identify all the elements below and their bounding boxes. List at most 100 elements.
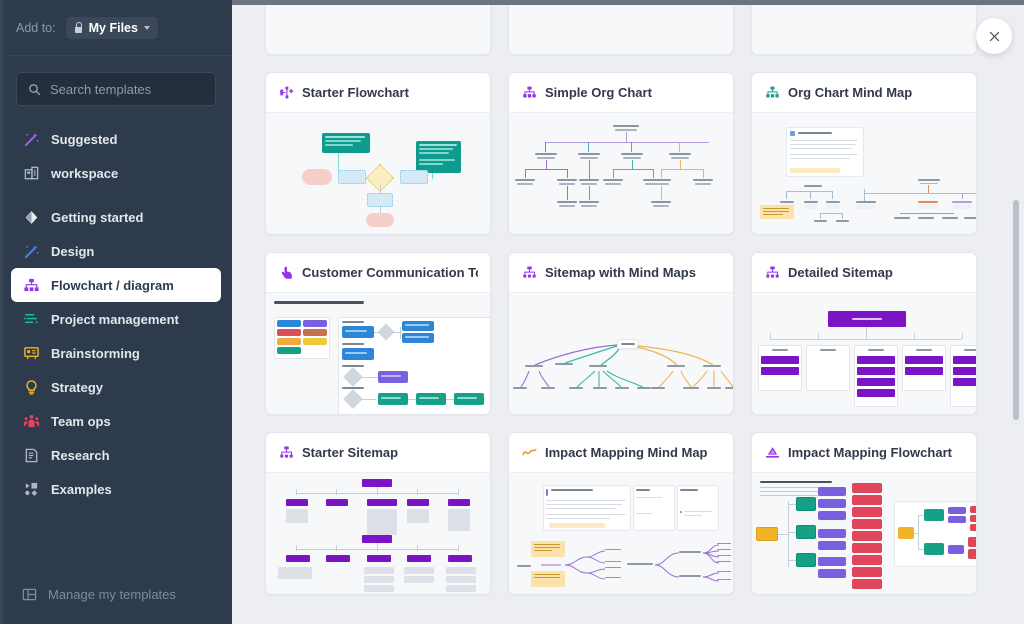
template-card-grid: Starter Flowchart Simple Org Chart Org C…: [232, 0, 1024, 595]
template-card[interactable]: Sitemap with Mind Maps: [508, 252, 734, 415]
template-card-header: Simple Org Chart: [509, 73, 733, 113]
template-card-title: Org Chart Mind Map: [788, 85, 913, 100]
pointer-hand-icon: [278, 265, 294, 281]
template-thumbnail: [752, 113, 976, 234]
template-card[interactable]: Starter Flowchart: [265, 72, 491, 235]
sidebar-item-label: Research: [51, 447, 110, 463]
search-section: [0, 56, 232, 116]
whiteboard-icon: [22, 344, 40, 362]
sitemap-icon: [521, 265, 537, 281]
sidebar-item-examples[interactable]: Examples: [11, 472, 221, 506]
org-chart-icon: [764, 85, 780, 101]
template-card[interactable]: Detailed Sitemap: [751, 252, 977, 415]
sidebar-item-label: Project management: [51, 311, 179, 327]
document-icon: [22, 446, 40, 464]
sidebar-item-flowchart-diagram[interactable]: Flowchart / diagram: [11, 268, 221, 302]
sidebar-item-label: Strategy: [51, 379, 104, 395]
sidebar-item-label: Getting started: [51, 209, 144, 225]
add-to-folder-value: My Files: [88, 20, 138, 35]
gantt-icon: [22, 310, 40, 328]
sidebar-item-strategy[interactable]: Strategy: [11, 370, 221, 404]
layout-panels-icon: [22, 588, 37, 601]
template-card[interactable]: [265, 0, 491, 55]
chevron-down-icon: [143, 25, 150, 30]
template-picker: Add to: My Files Suggested workspace Getti…: [0, 0, 1024, 624]
template-card[interactable]: Impact Mapping Flowchart: [751, 432, 977, 595]
sidebar-item-getting-started[interactable]: Getting started: [11, 200, 221, 234]
search-icon: [29, 83, 41, 95]
org-chart-icon: [22, 276, 40, 294]
sidebar-item-brainstorming[interactable]: Brainstorming: [11, 336, 221, 370]
sidebar-edge: [0, 0, 6, 624]
flowchart-icon: [278, 85, 294, 101]
lock-icon: [74, 22, 83, 33]
search-input[interactable]: [50, 81, 204, 97]
template-card-header: Impact Mapping Mind Map: [509, 433, 733, 473]
template-card-title: Impact Mapping Mind Map: [545, 445, 708, 460]
thumbnail-graphic: [509, 0, 733, 54]
sidebar: Add to: My Files Suggested workspace Getti…: [0, 0, 232, 624]
thumbnail-graphic: [509, 293, 733, 414]
thumbnail-graphic: [266, 473, 490, 594]
template-card[interactable]: Starter Sitemap: [265, 432, 491, 595]
sidebar-item-workspace[interactable]: workspace: [11, 156, 221, 190]
sitemap-icon: [278, 445, 294, 461]
impact-icon: [764, 445, 780, 461]
sidebar-item-team-ops[interactable]: Team ops: [11, 404, 221, 438]
panel-top-edge: [232, 0, 1024, 5]
template-card[interactable]: Customer Communication Touchpoints: [265, 252, 491, 415]
sidebar-item-project-management[interactable]: Project management: [11, 302, 221, 336]
thumbnail-graphic: [509, 473, 733, 594]
template-card-header: Starter Flowchart: [266, 73, 490, 113]
sidebar-item-label: Examples: [51, 481, 112, 497]
sidebar-item-research[interactable]: Research: [11, 438, 221, 472]
diamond-icon: [22, 208, 40, 226]
sidebar-item-design[interactable]: Design: [11, 234, 221, 268]
sidebar-footer: Manage my templates: [0, 587, 232, 624]
building-icon: [22, 164, 40, 182]
template-thumbnail: [266, 0, 490, 54]
template-card-title: Simple Org Chart: [545, 85, 652, 100]
template-thumbnail: [266, 293, 490, 414]
template-category-nav: Suggested workspace Getting started Design F…: [0, 116, 232, 587]
thumbnail-graphic: [266, 0, 490, 54]
thumbnail-graphic: [509, 113, 733, 234]
template-card[interactable]: Simple Org Chart: [508, 72, 734, 235]
sidebar-item-label: Flowchart / diagram: [51, 277, 174, 293]
magic-wand-icon: [22, 130, 40, 148]
template-card[interactable]: Impact Mapping Mind Map: [508, 432, 734, 595]
template-card-title: Impact Mapping Flowchart: [788, 445, 952, 460]
template-card[interactable]: [751, 0, 977, 55]
thumbnail-graphic: [752, 113, 976, 234]
template-grid-panel: Starter Flowchart Simple Org Chart Org C…: [232, 0, 1024, 624]
template-thumbnail: [266, 113, 490, 234]
close-button[interactable]: [976, 18, 1012, 54]
template-card-header: Org Chart Mind Map: [752, 73, 976, 113]
template-card-header: Customer Communication Touchpoints: [266, 253, 490, 293]
sidebar-item-suggested[interactable]: Suggested: [11, 122, 221, 156]
template-thumbnail: [509, 0, 733, 54]
template-thumbnail: [509, 473, 733, 594]
design-wand-icon: [22, 242, 40, 260]
thumbnail-graphic: [752, 0, 976, 54]
org-chart-icon: [521, 85, 537, 101]
sidebar-item-label: Design: [51, 243, 95, 259]
template-card[interactable]: [508, 0, 734, 55]
template-card[interactable]: Org Chart Mind Map: [751, 72, 977, 235]
add-to-bar: Add to: My Files: [0, 0, 232, 56]
search-box[interactable]: [16, 72, 216, 106]
template-card-header: Sitemap with Mind Maps: [509, 253, 733, 293]
template-thumbnail: [752, 293, 976, 414]
add-to-label: Add to:: [16, 20, 56, 35]
template-card-title: Starter Sitemap: [302, 445, 399, 460]
add-to-folder-dropdown[interactable]: My Files: [65, 16, 158, 39]
vertical-scrollbar-thumb[interactable]: [1013, 200, 1019, 420]
template-card-title: Detailed Sitemap: [788, 265, 893, 280]
template-card-header: Impact Mapping Flowchart: [752, 433, 976, 473]
vertical-scrollbar-track[interactable]: [1011, 0, 1021, 624]
trend-line-icon: [521, 445, 537, 461]
people-icon: [22, 412, 40, 430]
manage-my-templates-button[interactable]: Manage my templates: [22, 587, 210, 602]
lightbulb-icon: [22, 378, 40, 396]
thumbnail-graphic: [752, 473, 976, 594]
